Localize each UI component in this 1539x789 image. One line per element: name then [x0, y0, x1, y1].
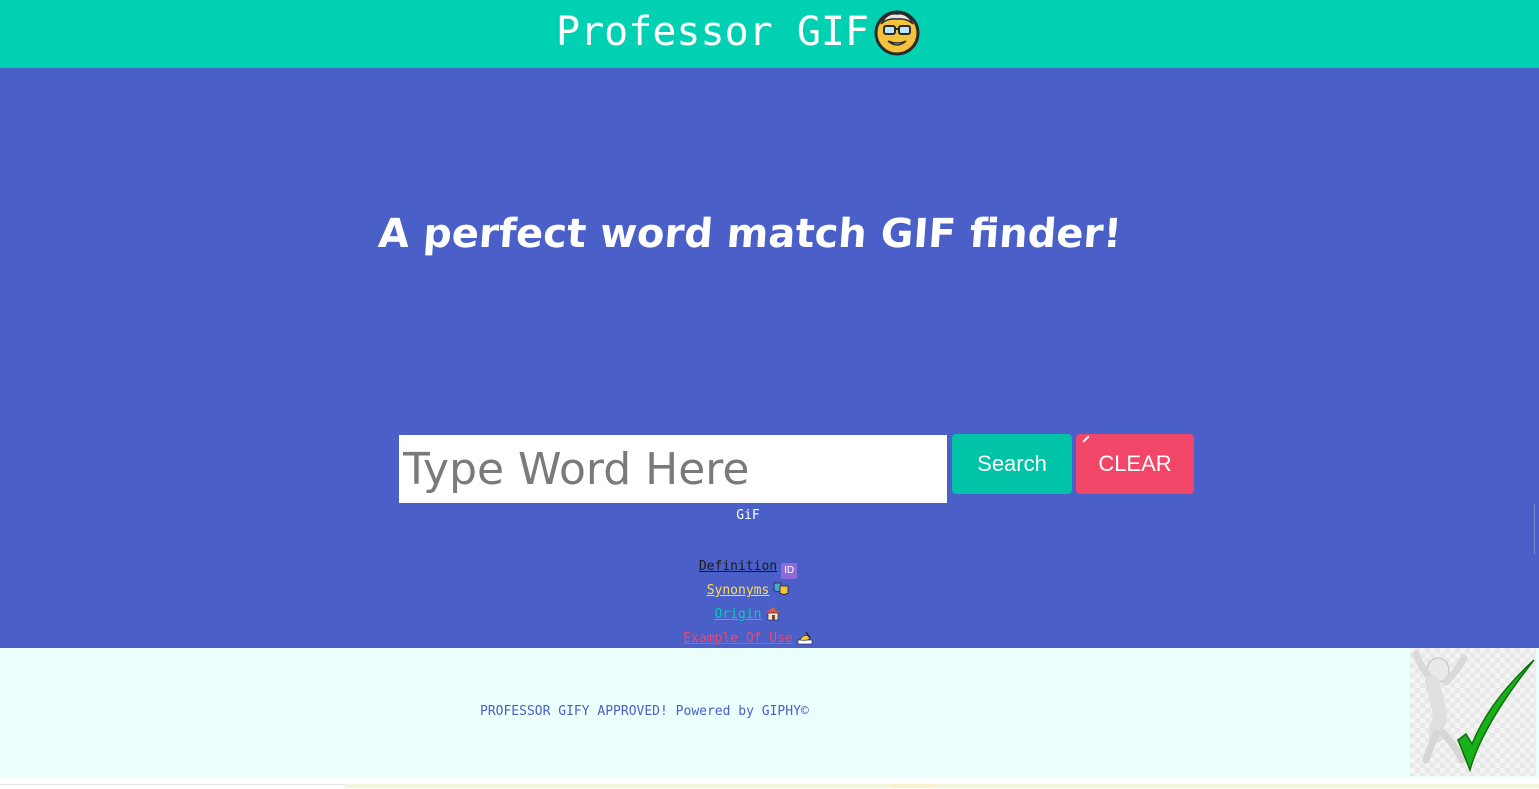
example-link-label: Example Of Use	[683, 631, 793, 646]
theater-masks-icon	[773, 581, 789, 597]
scroll-edge-indicator	[1534, 504, 1539, 554]
synonyms-link-label: Synonyms	[706, 583, 770, 598]
top-navbar: Professor GIF	[0, 0, 1539, 68]
bottom-strip	[0, 778, 1539, 789]
footer: PROFESSOR GIFY APPROVED! Powered by GIPH…	[0, 648, 1539, 778]
button-corner-mark	[1082, 435, 1090, 443]
definition-link-label: Definition	[698, 559, 778, 574]
hero-section: A perfect word match GIF finder! Search …	[0, 68, 1539, 648]
hero-tagline: A perfect word match GIF finder!	[376, 211, 1124, 257]
word-info-links: Definition ID Synonyms Origin Example Of …	[0, 555, 1496, 651]
id-icon: ID	[781, 563, 798, 579]
professor-face-icon	[873, 8, 921, 56]
brand[interactable]: Professor GIF	[556, 8, 921, 56]
jumping-figure-checkmark-icon	[1410, 648, 1536, 776]
synonyms-link[interactable]: Synonyms	[707, 579, 790, 603]
app-title: Professor GIF	[556, 9, 870, 55]
house-icon	[765, 605, 781, 621]
definition-link[interactable]: Definition ID	[698, 555, 798, 579]
footer-credit: PROFESSOR GIFY APPROVED! Powered by GIPH…	[480, 704, 809, 719]
clear-button[interactable]: CLEAR	[1076, 434, 1194, 494]
writing-hand-icon	[797, 629, 813, 645]
search-input[interactable]	[399, 435, 947, 503]
clear-button-label: CLEAR	[1098, 451, 1172, 476]
origin-link[interactable]: Origin	[715, 603, 782, 627]
search-button[interactable]: Search	[952, 434, 1072, 494]
gif-label: GiF	[736, 508, 760, 523]
origin-link-label: Origin	[714, 607, 762, 622]
